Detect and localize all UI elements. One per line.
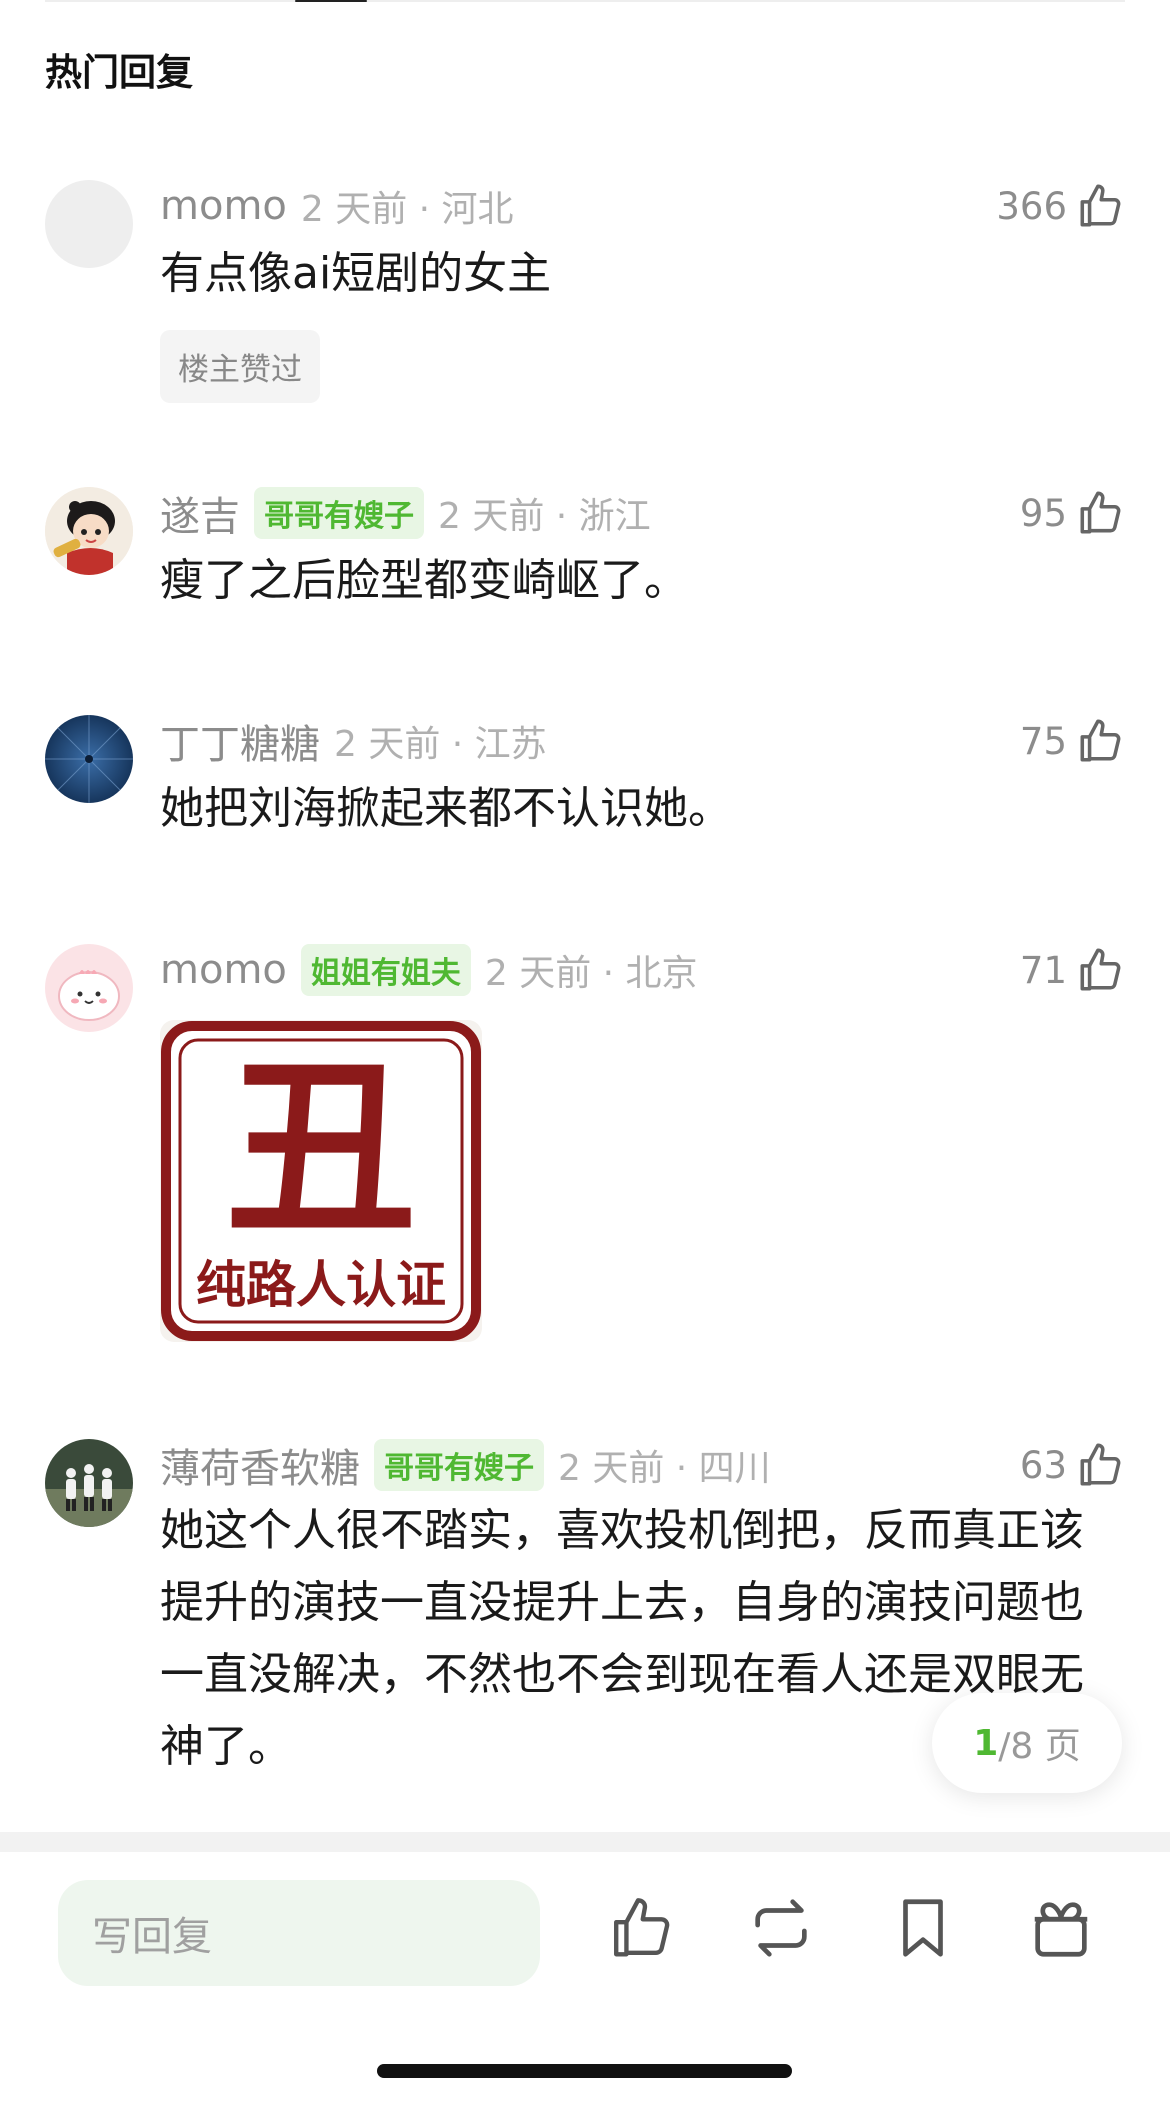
page-indicator[interactable]: 1 /8 页 bbox=[932, 1693, 1122, 1793]
avatar[interactable] bbox=[45, 1439, 133, 1527]
comment-time-location: 2 天前 · 江苏 bbox=[334, 724, 547, 765]
thumbs-up-icon bbox=[1080, 719, 1121, 762]
comment-text: 瘦了之后脸型都变崎岖了。 bbox=[160, 555, 688, 606]
sticker-image[interactable]: 丑 纯路人认证 bbox=[160, 1020, 482, 1342]
comment-time-location: 2 天前 · 浙江 bbox=[438, 496, 651, 537]
comment-time-location: 2 天前 · 北京 bbox=[484, 953, 698, 994]
gift-icon[interactable] bbox=[1026, 1892, 1096, 1964]
comment-meta: 薄荷香软糖 哥哥有嫂子 2 天前 · 四川 bbox=[160, 1437, 771, 1493]
comment-time-location: 2 天前 · 四川 bbox=[558, 1448, 771, 1489]
comment-meta: momo 姐姐有姐夫 2 天前 · 北京 bbox=[160, 942, 698, 998]
repost-icon[interactable] bbox=[746, 1892, 816, 1964]
username[interactable]: momo bbox=[160, 183, 287, 229]
reply-input[interactable]: 写回复 bbox=[58, 1880, 540, 1986]
sticker-big-char: 丑 bbox=[226, 1047, 416, 1257]
like-count: 63 bbox=[1019, 1443, 1067, 1487]
current-page: 1 bbox=[973, 1722, 999, 1764]
cartoon-avatar-icon bbox=[45, 487, 133, 575]
sticker-caption: 纯路人认证 bbox=[196, 1257, 446, 1313]
username[interactable]: momo bbox=[160, 947, 287, 993]
op-liked-tag: 楼主赞过 bbox=[160, 330, 320, 403]
fan-badge[interactable]: 姐姐有姐夫 bbox=[300, 944, 471, 996]
avatar[interactable] bbox=[45, 487, 133, 575]
section-title: 热门回复 bbox=[45, 51, 193, 94]
thumbs-up-icon bbox=[1080, 1443, 1121, 1486]
thumbs-up-icon[interactable] bbox=[606, 1892, 676, 1964]
like-button[interactable]: 95 bbox=[1020, 485, 1125, 541]
home-indicator[interactable] bbox=[377, 2064, 792, 2078]
thumbs-up-icon bbox=[1080, 491, 1121, 534]
comment-meta: momo 2 天前 · 河北 bbox=[160, 178, 514, 234]
avatar[interactable] bbox=[45, 944, 133, 1032]
like-count: 95 bbox=[1019, 491, 1067, 535]
like-button[interactable]: 71 bbox=[1020, 942, 1125, 998]
like-button[interactable]: 366 bbox=[996, 178, 1125, 234]
username[interactable]: 薄荷香软糖 bbox=[160, 1436, 360, 1494]
like-button[interactable]: 63 bbox=[1020, 1437, 1125, 1493]
umbrella-avatar-icon bbox=[45, 715, 133, 803]
like-count: 71 bbox=[1019, 948, 1067, 992]
thumbs-up-icon bbox=[1080, 184, 1121, 227]
bottom-divider bbox=[0, 1832, 1170, 1852]
comment-time-location: 2 天前 · 河北 bbox=[300, 189, 514, 230]
fan-badge[interactable]: 哥哥有嫂子 bbox=[374, 1439, 544, 1491]
comment-meta: 丁丁糖糖 2 天前 · 江苏 bbox=[160, 713, 547, 769]
comment-text: 她把刘海掀起来都不认识她。 bbox=[160, 783, 732, 834]
comment-text: 有点像ai短剧的女主 bbox=[160, 248, 552, 299]
avatar[interactable] bbox=[45, 180, 133, 268]
bookmark-icon[interactable] bbox=[888, 1892, 958, 1964]
username[interactable]: 遂吉 bbox=[160, 484, 240, 542]
fan-badge[interactable]: 哥哥有嫂子 bbox=[254, 487, 424, 539]
like-count: 366 bbox=[996, 184, 1067, 228]
like-count: 75 bbox=[1019, 719, 1067, 763]
seal-stamp-icon: 丑 纯路人认证 bbox=[161, 1021, 481, 1341]
avatar[interactable] bbox=[45, 715, 133, 803]
comment-meta: 遂吉 哥哥有嫂子 2 天前 · 浙江 bbox=[160, 485, 651, 541]
bottom-action-bar: 写回复 bbox=[0, 1852, 1170, 2107]
username[interactable]: 丁丁糖糖 bbox=[160, 712, 320, 770]
group-photo-avatar-icon bbox=[45, 1439, 133, 1527]
cute-creature-avatar-icon bbox=[45, 944, 133, 1032]
thumbs-up-icon bbox=[1080, 948, 1121, 991]
top-divider bbox=[45, 0, 1125, 2]
total-pages: /8 页 bbox=[998, 1726, 1081, 1767]
like-button[interactable]: 75 bbox=[1020, 713, 1125, 769]
